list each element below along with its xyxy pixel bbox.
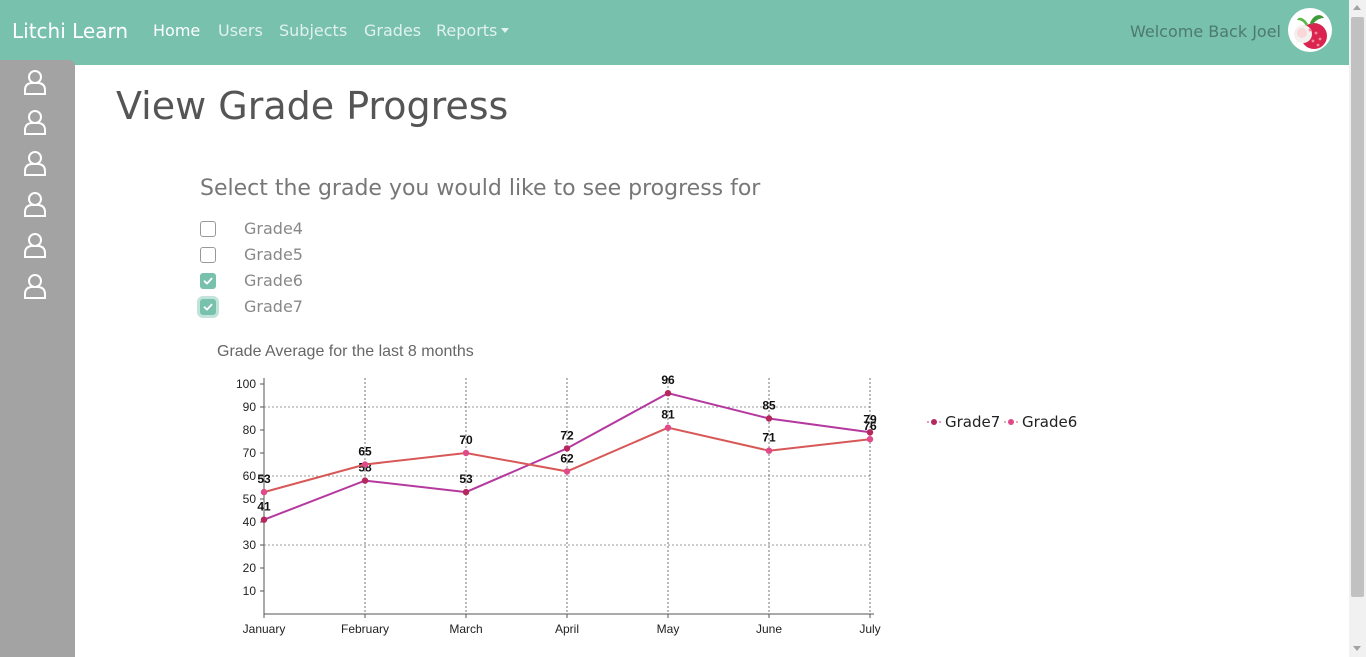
data-point [260, 488, 268, 496]
x-tick-label: March [449, 622, 482, 636]
vertical-scrollbar[interactable] [1349, 0, 1366, 657]
user-icon [24, 151, 46, 176]
y-tick-label: 60 [243, 469, 257, 483]
x-tick-label: June [756, 622, 782, 636]
legend-marker [931, 419, 937, 425]
scroll-up-arrow-icon[interactable] [1353, 5, 1361, 10]
y-tick-label: 30 [243, 538, 257, 552]
welcome-text: Welcome Back Joel [1130, 22, 1281, 41]
data-point [866, 436, 874, 443]
scroll-down-arrow-icon[interactable] [1353, 646, 1361, 651]
y-tick-label: 20 [243, 561, 257, 575]
checkmark-icon [203, 303, 213, 311]
y-tick-label: 100 [236, 377, 256, 391]
y-tick-label: 10 [243, 584, 257, 598]
y-tick-label: 90 [243, 400, 257, 414]
user-avatar[interactable] [1288, 8, 1332, 52]
data-point [664, 390, 672, 397]
data-point [664, 424, 672, 431]
sidebar-item-1[interactable] [22, 68, 48, 96]
y-tick-label: 80 [243, 423, 257, 437]
x-tick-label: May [657, 622, 680, 636]
data-point [361, 477, 369, 484]
grade-option-label: Grade6 [244, 271, 303, 290]
data-label: 53 [459, 472, 473, 486]
grade-option-label: Grade4 [244, 219, 303, 238]
user-icon [24, 233, 46, 258]
grade4-checkbox[interactable] [200, 221, 216, 237]
checkmark-icon [203, 277, 213, 285]
sidebar-item-5[interactable] [22, 231, 48, 259]
grade-select-prompt: Select the grade you would like to see p… [200, 176, 761, 201]
legend-marker [1008, 419, 1014, 425]
scrollbar-thumb[interactable] [1351, 17, 1364, 597]
data-label: 41 [257, 500, 271, 514]
nav-subjects[interactable]: Subjects [279, 21, 347, 40]
grade6-checkbox[interactable] [200, 273, 216, 289]
sidebar [0, 60, 75, 657]
data-point [361, 461, 369, 468]
data-label: 85 [762, 399, 776, 413]
legend-label: Grade6 [1022, 413, 1077, 431]
x-tick-label: February [341, 622, 389, 636]
sidebar-item-3[interactable] [22, 149, 48, 177]
nav-reports-dropdown[interactable]: Reports [436, 21, 510, 40]
nav-reports-label: Reports [436, 21, 498, 40]
nav-users[interactable]: Users [218, 21, 263, 40]
user-icon [24, 70, 46, 95]
data-label: 76 [863, 419, 877, 433]
grade5-checkbox[interactable] [200, 247, 216, 263]
lychee-avatar-icon [1294, 15, 1327, 49]
grade-option-label: Grade7 [244, 297, 303, 316]
legend-label: Grade7 [945, 413, 1000, 431]
grade-average-line-chart: 10 20 30 40 50 60 70 80 90 100 January February Marc… [236, 373, 1077, 636]
x-tick-label: July [859, 622, 880, 636]
y-tick-label: 70 [243, 446, 257, 460]
user-icon [24, 110, 46, 135]
brand-logo[interactable]: Litchi Learn [12, 19, 128, 43]
data-point [563, 468, 571, 475]
nav-grades[interactable]: Grades [364, 21, 421, 40]
data-label: 65 [358, 445, 372, 459]
data-point [765, 447, 773, 454]
x-tick-label: April [555, 622, 579, 636]
data-label: 96 [661, 373, 675, 387]
grade-option-label: Grade5 [244, 245, 303, 264]
navbar: Litchi Learn Home Users Subjects Grades … [0, 0, 1349, 65]
data-label: 72 [560, 428, 574, 442]
user-icon [24, 192, 46, 217]
data-point [765, 415, 773, 422]
data-label: 70 [459, 433, 473, 447]
user-icon [24, 274, 46, 299]
data-label: 81 [661, 408, 675, 422]
data-point [462, 488, 470, 496]
grade7-checkbox[interactable] [200, 299, 216, 315]
caret-down-icon [501, 28, 510, 33]
sidebar-item-6[interactable] [22, 272, 48, 300]
y-tick-label: 50 [243, 492, 257, 506]
data-label: 53 [257, 472, 271, 486]
chart-title: Grade Average for the last 8 months [217, 343, 474, 360]
data-point [462, 449, 470, 457]
sidebar-item-4[interactable] [22, 190, 48, 218]
sidebar-item-2[interactable] [22, 108, 48, 136]
data-label: 71 [762, 431, 776, 445]
data-point [260, 516, 268, 523]
x-tick-label: January [243, 622, 286, 636]
page-title: View Grade Progress [116, 84, 509, 128]
data-label: 62 [560, 451, 574, 465]
y-tick-label: 40 [243, 515, 257, 529]
nav-home[interactable]: Home [153, 21, 200, 40]
